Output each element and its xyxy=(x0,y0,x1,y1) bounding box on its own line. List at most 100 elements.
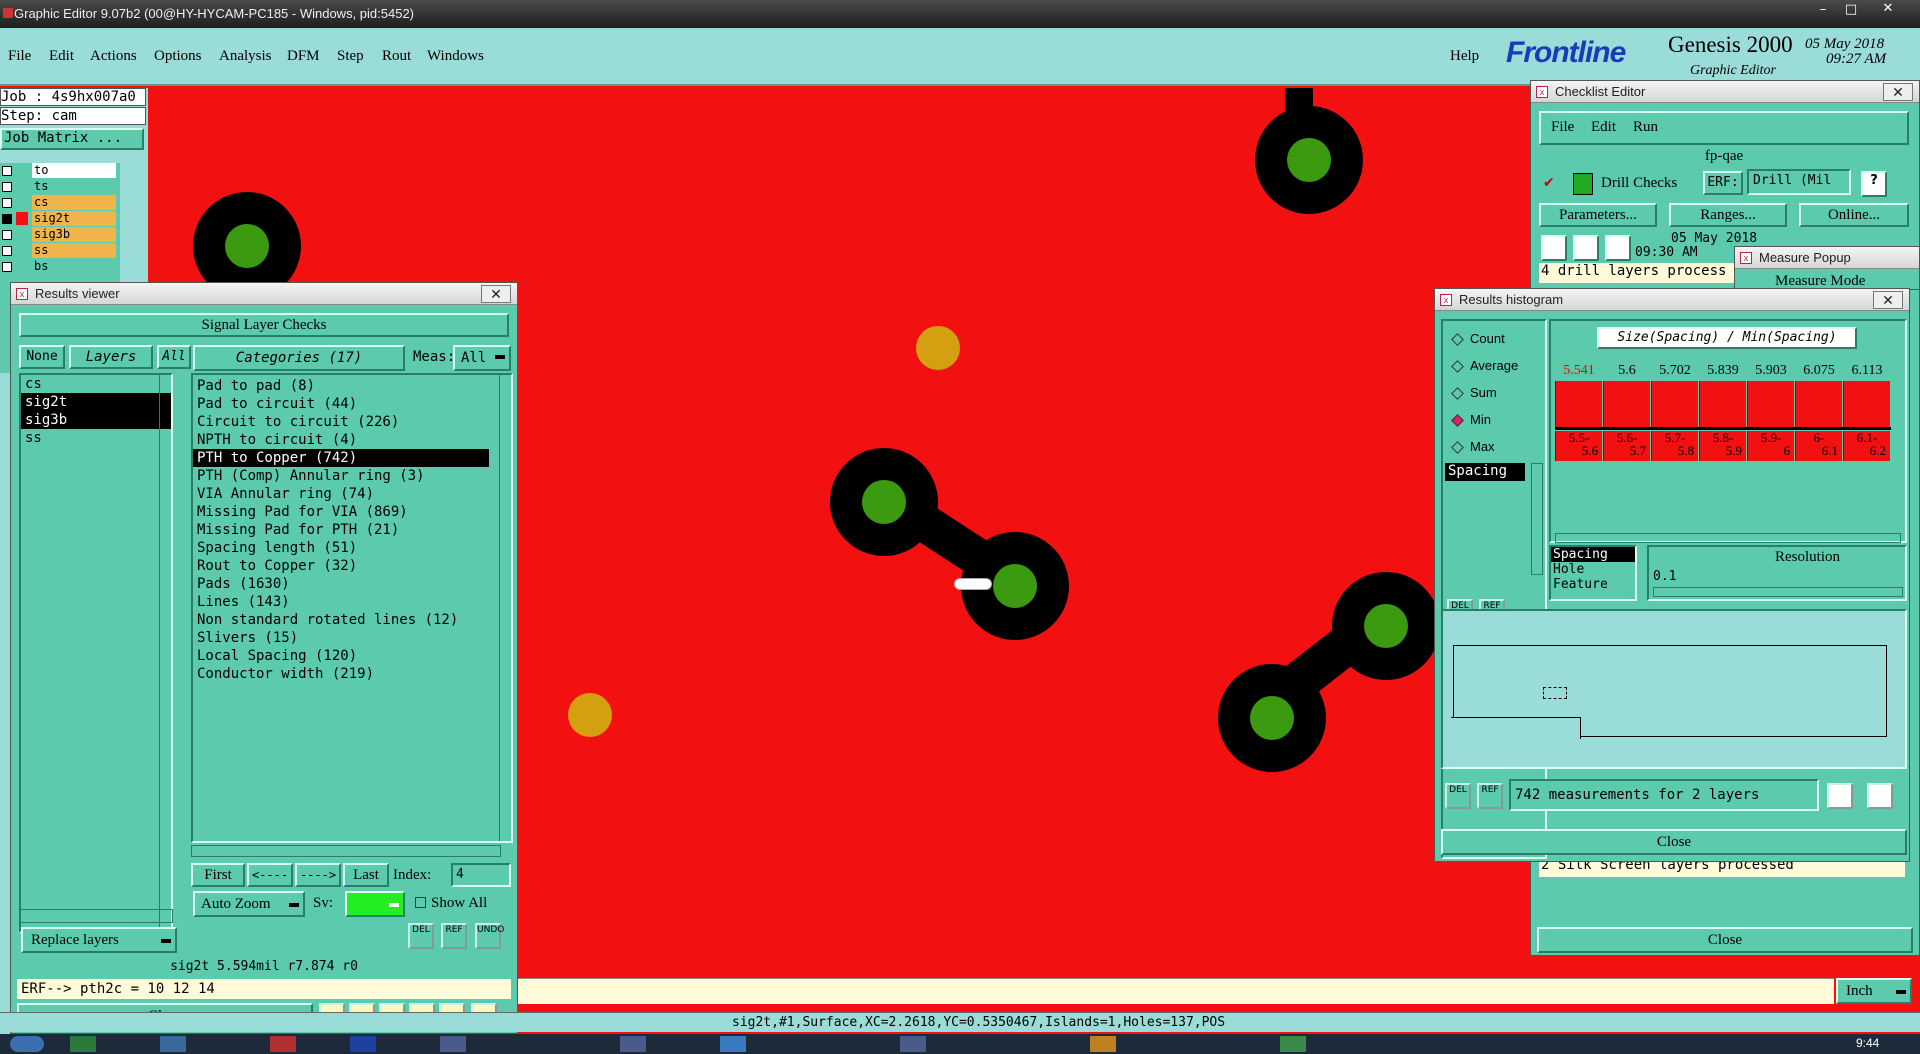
minimize-button[interactable]: – xyxy=(1812,2,1834,18)
layer-row[interactable]: ts xyxy=(0,179,118,195)
close-icon[interactable]: ✕ xyxy=(1883,83,1913,101)
histogram-bar[interactable] xyxy=(1603,381,1650,427)
layer-checkbox[interactable] xyxy=(2,182,12,192)
taskbar-app-icon[interactable] xyxy=(270,1036,296,1052)
horizontal-scrollbar[interactable] xyxy=(1555,533,1901,543)
list-item[interactable]: Circuit to circuit (226) xyxy=(193,413,511,431)
layer-checkbox[interactable] xyxy=(2,262,12,272)
layer-checkbox[interactable] xyxy=(2,166,12,176)
menu-file[interactable]: File xyxy=(1551,119,1574,136)
layer-row[interactable]: to xyxy=(0,163,118,179)
menu-options[interactable]: Options xyxy=(154,48,202,65)
list-item[interactable]: Missing Pad for VIA (869) xyxy=(193,503,511,521)
list-item[interactable]: Pad to circuit (44) xyxy=(193,395,511,413)
parameters-button[interactable]: Parameters... xyxy=(1539,203,1657,227)
ranges-button[interactable]: Ranges... xyxy=(1669,203,1787,227)
list-item[interactable]: Rout to Copper (32) xyxy=(193,557,511,575)
list-item[interactable]: NPTH to circuit (4) xyxy=(193,431,511,449)
layer-checkbox[interactable] xyxy=(2,214,12,224)
horizontal-scrollbar[interactable] xyxy=(19,909,173,923)
histogram-bar[interactable] xyxy=(1795,381,1842,427)
list-item[interactable]: PTH to Copper (742) xyxy=(193,449,489,467)
sv-color-dropdown[interactable] xyxy=(345,891,405,917)
resolution-slider[interactable] xyxy=(1653,587,1903,597)
vertical-scrollbar[interactable] xyxy=(499,375,511,841)
all-button[interactable]: All xyxy=(157,345,191,369)
taskbar-app-icon[interactable] xyxy=(900,1036,926,1052)
taskbar-app-icon[interactable] xyxy=(350,1036,376,1052)
list-item[interactable]: Lines (143) xyxy=(193,593,511,611)
option-max[interactable]: Max xyxy=(1451,439,1495,454)
start-icon[interactable] xyxy=(10,1036,44,1052)
ref-icon[interactable]: REF xyxy=(1477,783,1503,809)
menu-run[interactable]: Run xyxy=(1633,119,1658,136)
layer-row[interactable]: sig2t xyxy=(0,211,118,227)
menu-edit[interactable]: Edit xyxy=(49,48,74,65)
job-matrix-button[interactable]: Job Matrix ... xyxy=(0,128,144,150)
histogram-bar[interactable] xyxy=(1699,381,1746,427)
menu-analysis[interactable]: Analysis xyxy=(219,48,272,65)
show-all-checkbox[interactable] xyxy=(415,897,426,908)
layer-row[interactable]: ss xyxy=(0,243,118,259)
list-item[interactable]: Non standard rotated lines (12) xyxy=(193,611,511,629)
taskbar-app-icon[interactable] xyxy=(160,1036,186,1052)
menu-edit[interactable]: Edit xyxy=(1591,119,1616,136)
maximize-button[interactable]: □ xyxy=(1840,2,1862,18)
units-dropdown[interactable]: Inch xyxy=(1836,978,1912,1004)
close-window-button[interactable]: ✕ xyxy=(1868,1,1908,19)
list-item[interactable]: Missing Pad for PTH (21) xyxy=(193,521,511,539)
violation-marker[interactable] xyxy=(954,578,992,590)
erf-field[interactable]: Drill (Mil xyxy=(1747,169,1851,195)
run-icon[interactable] xyxy=(1541,235,1567,261)
del-icon[interactable]: DEL xyxy=(408,923,434,949)
attr-item[interactable]: Hole xyxy=(1551,562,1635,577)
vertical-scrollbar[interactable] xyxy=(1531,463,1543,575)
checklist-close-button[interactable]: Close xyxy=(1537,927,1913,953)
histogram-close-button[interactable]: Close xyxy=(1441,829,1907,855)
taskbar-app-icon[interactable] xyxy=(70,1036,96,1052)
taskbar-app-icon[interactable] xyxy=(1280,1036,1306,1052)
list-item[interactable]: Slivers (15) xyxy=(193,629,511,647)
list-item[interactable]: VIA Annular ring (74) xyxy=(193,485,511,503)
option-average[interactable]: Average xyxy=(1451,358,1518,373)
help-icon[interactable]: ? xyxy=(1861,171,1887,197)
none-button[interactable]: None xyxy=(19,345,65,369)
online-button[interactable]: Online... xyxy=(1799,203,1909,227)
taskbar-app-icon[interactable] xyxy=(720,1036,746,1052)
meas-dropdown[interactable]: All xyxy=(453,345,511,371)
list-item[interactable]: Pads (1630) xyxy=(193,575,511,593)
list-item[interactable]: ss xyxy=(21,429,171,447)
zoom-window-icon[interactable] xyxy=(1867,783,1893,809)
command-line[interactable] xyxy=(518,978,1834,1004)
run-icon[interactable] xyxy=(1605,235,1631,261)
option-count[interactable]: Count xyxy=(1451,331,1505,346)
close-icon[interactable]: ✕ xyxy=(481,285,511,303)
replace-layers-dropdown[interactable]: Replace layers xyxy=(21,927,177,953)
histogram-bar[interactable] xyxy=(1843,381,1890,427)
del-icon[interactable]: DEL xyxy=(1445,783,1471,809)
check-mark-icon[interactable]: ✔ xyxy=(1543,175,1557,191)
layer-checkbox[interactable] xyxy=(2,230,12,240)
menu-file[interactable]: File xyxy=(8,48,31,65)
run-icon[interactable] xyxy=(1573,235,1599,261)
first-button[interactable]: First xyxy=(191,863,245,887)
menu-windows[interactable]: Windows xyxy=(427,48,484,65)
vertical-scrollbar[interactable] xyxy=(159,375,171,931)
histogram-bar[interactable] xyxy=(1747,381,1794,427)
categories-button[interactable]: Categories (17) xyxy=(193,345,405,371)
menu-step[interactable]: Step xyxy=(337,48,364,65)
close-icon[interactable]: ✕ xyxy=(1873,291,1903,309)
taskbar-app-icon[interactable] xyxy=(440,1036,466,1052)
last-button[interactable]: Last xyxy=(343,863,389,887)
taskbar-app-icon[interactable] xyxy=(620,1036,646,1052)
auto-zoom-dropdown[interactable]: Auto Zoom xyxy=(193,891,305,917)
ref-icon[interactable]: REF xyxy=(441,923,467,949)
list-item[interactable]: cs xyxy=(21,375,171,393)
list-item[interactable]: Local Spacing (120) xyxy=(193,647,511,665)
histogram-bar[interactable] xyxy=(1651,381,1698,427)
layers-button[interactable]: Layers xyxy=(69,345,153,369)
layer-row[interactable]: sig3b xyxy=(0,227,118,243)
attr-item[interactable]: Feature xyxy=(1551,577,1635,592)
horizontal-scrollbar[interactable] xyxy=(191,845,501,857)
attr-item[interactable]: Spacing xyxy=(1551,547,1635,562)
